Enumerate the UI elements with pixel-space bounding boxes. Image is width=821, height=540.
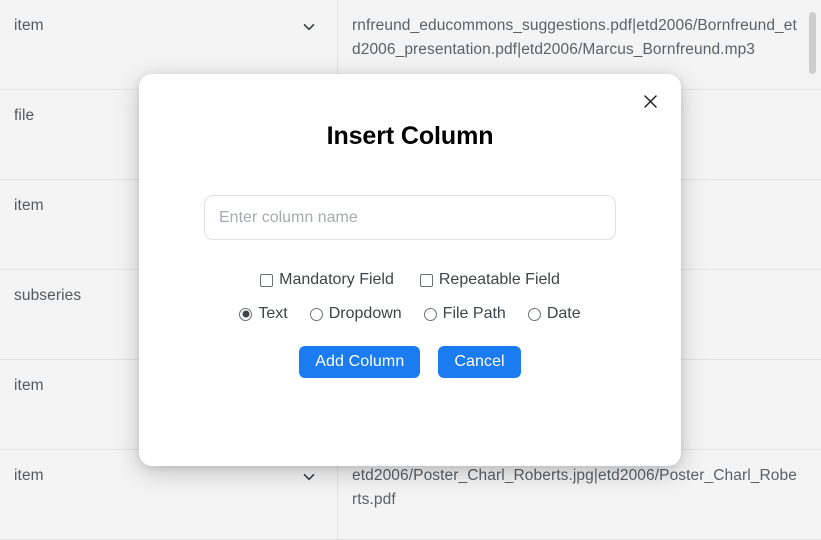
mandatory-field-checkbox[interactable]: Mandatory Field xyxy=(260,271,394,289)
insert-column-dialog: Insert Column Mandatory Field Repeatable… xyxy=(139,74,681,466)
add-column-button[interactable]: Add Column xyxy=(299,346,421,378)
radio-option-date[interactable]: Date xyxy=(527,305,581,323)
repeatable-field-label: Repeatable Field xyxy=(438,271,560,288)
column-name-input[interactable] xyxy=(204,195,616,240)
radio-icon[interactable] xyxy=(309,307,323,321)
checkbox-icon[interactable] xyxy=(260,273,274,287)
radio-label-file-path: File Path xyxy=(442,305,506,322)
radio-option-dropdown[interactable]: Dropdown xyxy=(309,305,402,323)
checkbox-icon[interactable] xyxy=(419,273,433,287)
radio-label-text: Text xyxy=(258,305,288,322)
radio-icon[interactable] xyxy=(239,307,253,321)
cancel-button[interactable]: Cancel xyxy=(438,346,521,378)
close-icon[interactable] xyxy=(637,88,663,114)
field-flags-group: Mandatory Field Repeatable Field xyxy=(139,271,681,289)
radio-option-text[interactable]: Text xyxy=(239,305,288,323)
modal-overlay: Insert Column Mandatory Field Repeatable… xyxy=(0,0,821,533)
radio-label-dropdown: Dropdown xyxy=(328,305,402,322)
radio-icon[interactable] xyxy=(423,307,437,321)
close-x-glyph xyxy=(643,94,657,108)
radio-option-file-path[interactable]: File Path xyxy=(423,305,506,323)
repeatable-field-checkbox[interactable]: Repeatable Field xyxy=(419,271,560,289)
dialog-title: Insert Column xyxy=(326,122,494,150)
field-type-radio-group: Text Dropdown File Path Date xyxy=(139,305,681,323)
radio-label-date: Date xyxy=(546,305,581,322)
mandatory-field-label: Mandatory Field xyxy=(279,271,394,288)
dialog-actions: Add Column Cancel xyxy=(139,346,681,378)
radio-icon[interactable] xyxy=(527,307,541,321)
